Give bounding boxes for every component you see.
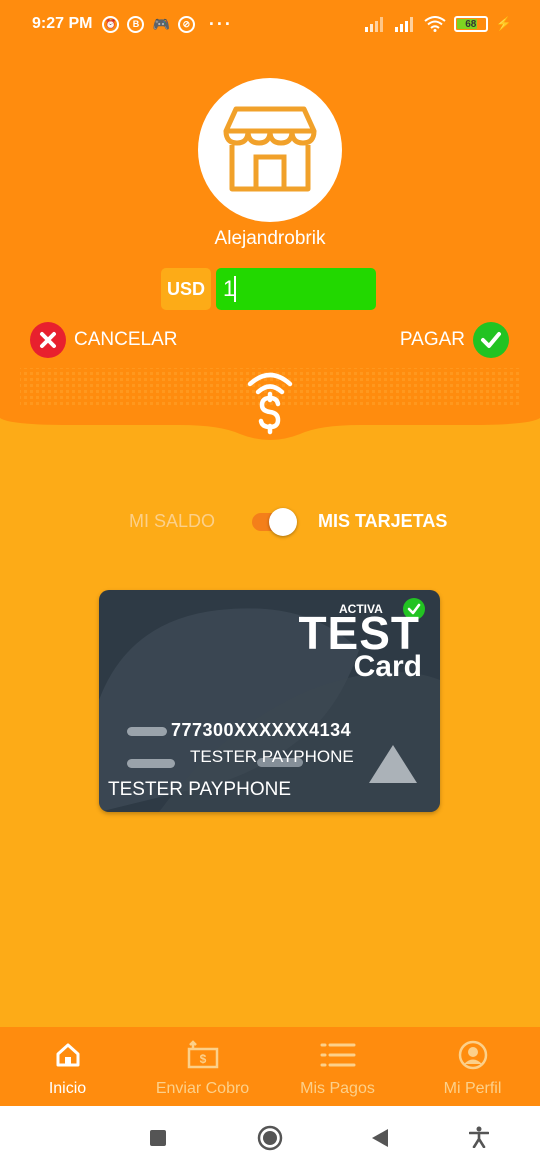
close-icon [30, 322, 66, 358]
contactless-payment-icon [247, 372, 293, 435]
toggle-knob [269, 508, 297, 536]
nav-mis-pagos[interactable]: Mis Pagos [270, 1027, 405, 1106]
home-icon [54, 1040, 82, 1070]
payment-header: Alejandrobrik USD CANCELAR PAGAR [0, 0, 540, 440]
nav-label: Mi Perfil [443, 1080, 502, 1097]
amount-input[interactable] [216, 268, 376, 310]
text-cursor [234, 276, 236, 302]
b-icon: B [127, 15, 145, 33]
payment-source-toggle[interactable] [252, 508, 300, 536]
alarm-icon: ⏰ [102, 15, 120, 33]
wifi-icon [424, 16, 446, 32]
card-holder-small: TESTER PAYPHONE [190, 747, 354, 766]
profile-icon [458, 1040, 488, 1070]
signal-icon [364, 17, 383, 32]
pay-button[interactable]: PAGAR [400, 322, 509, 358]
nav-label: Inicio [48, 1080, 87, 1097]
merchant-name: Alejandrobrik [214, 228, 326, 249]
status-left-icons: ⏰ B 🎮 ⊘ ··· [102, 14, 233, 34]
card-number: 777300XXXXXX4134 [171, 720, 352, 740]
card-brand-line2: Card [353, 650, 422, 683]
signal-icon-2 [394, 17, 413, 32]
battery-level: 68 [465, 18, 477, 30]
circle-home-icon [257, 1125, 283, 1151]
cancel-button[interactable]: CANCELAR [30, 322, 177, 358]
charging-icon: ⚡ [495, 16, 512, 31]
recent-apps-button[interactable] [150, 1130, 166, 1151]
pay-label: PAGAR [399, 329, 465, 350]
store-icon [223, 106, 317, 192]
mis-tarjetas-label[interactable]: MIS TARJETAS [318, 511, 447, 532]
card-holder: TESTER PAYPHONE [108, 779, 291, 800]
accessibility-icon [468, 1126, 490, 1149]
status-right-icons: 68 ⚡ [364, 16, 512, 32]
cancel-label: CANCELAR [74, 329, 178, 350]
system-nav-bar [0, 1106, 540, 1170]
battery-icon: 68 [453, 16, 488, 32]
accessibility-button[interactable] [468, 1126, 490, 1153]
game-icon: 🎮 [152, 15, 170, 32]
nav-label: Enviar Cobro [155, 1080, 250, 1097]
nav-mi-perfil[interactable]: Mi Perfil [405, 1027, 540, 1106]
list-icon [320, 1040, 356, 1070]
nav-enviar-cobro[interactable]: $ Enviar Cobro [135, 1027, 270, 1106]
no-disturb-icon: ⊘ [177, 15, 195, 33]
back-triangle-icon [372, 1129, 388, 1147]
status-time: 9:27 PM [32, 15, 93, 32]
payment-source-toggle-row: MI SALDO MIS TARJETAS [0, 504, 540, 538]
merchant-avatar [198, 78, 342, 222]
status-bar: 9:27 PM ⏰ B 🎮 ⊘ ··· 68 ⚡ [0, 0, 540, 48]
check-icon [473, 322, 509, 358]
currency-badge: USD [161, 268, 211, 310]
nav-inicio[interactable]: Inicio [0, 1027, 135, 1106]
more-notifications-icon: ··· [208, 14, 233, 34]
square-icon [150, 1130, 166, 1146]
send-charge-icon: $ [185, 1040, 221, 1070]
bottom-nav: Inicio $ Enviar Cobro Mis Pagos Mi Perfi… [0, 1027, 540, 1106]
back-button[interactable] [372, 1129, 388, 1152]
nav-label: Mis Pagos [300, 1080, 375, 1097]
mi-saldo-label[interactable]: MI SALDO [129, 511, 215, 532]
payment-card[interactable]: ACTIVA TEST Card 777300XXXXXX4134 TESTER… [99, 590, 440, 812]
svg-text:$: $ [199, 1052, 206, 1066]
home-button[interactable] [257, 1125, 283, 1156]
